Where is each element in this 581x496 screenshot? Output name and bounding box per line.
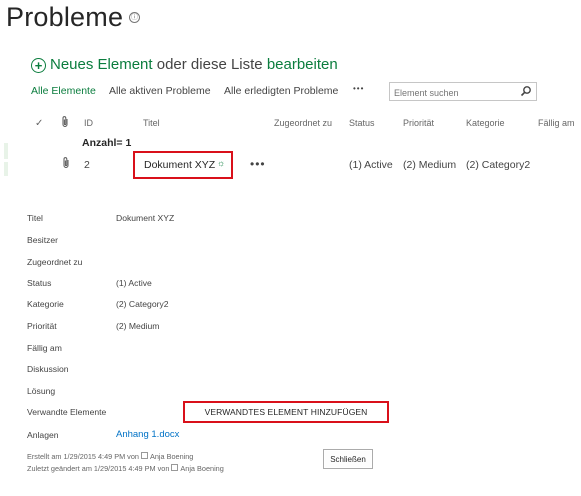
row-indicator xyxy=(4,162,8,176)
search-input[interactable] xyxy=(390,85,516,101)
new-item-line: + Neues Element oder diese Liste bearbeit… xyxy=(31,56,338,73)
row-id: 2 xyxy=(84,159,90,171)
new-item-link[interactable]: Neues Element xyxy=(50,56,153,73)
add-related-item-button[interactable]: VERWANDTES ELEMENT HINZUFÜGEN xyxy=(183,401,389,423)
field-label-category: Kategorie xyxy=(27,299,64,309)
row-status: (1) Active xyxy=(349,159,393,171)
group-header[interactable]: Anzahl= 1 xyxy=(82,137,131,149)
field-label-due-date: Fällig am xyxy=(27,343,62,353)
field-label-attachments: Anlagen xyxy=(27,430,59,440)
view-tab-active-issues[interactable]: Alle aktiven Probleme xyxy=(109,85,211,97)
presence-icon xyxy=(171,464,179,471)
column-header-status[interactable]: Status xyxy=(349,118,375,128)
search-box xyxy=(389,82,537,101)
field-label-priority: Priorität xyxy=(27,321,57,331)
new-item-middle-text: oder diese Liste xyxy=(156,56,263,73)
close-button[interactable]: Schließen xyxy=(323,449,373,469)
more-views-ellipsis[interactable]: ••• xyxy=(353,84,364,93)
select-all-checkmark-icon[interactable]: ✓ xyxy=(35,118,43,129)
field-value-category: (2) Category2 xyxy=(116,299,169,309)
field-value-priority: (2) Medium xyxy=(116,321,160,331)
field-label-resolution: Lösung xyxy=(27,386,56,396)
field-label-related-items: Verwandte Elemente xyxy=(27,407,107,417)
field-value-status: (1) Active xyxy=(116,278,152,288)
view-tab-all-items[interactable]: Alle Elemente xyxy=(31,85,96,97)
created-info: Erstellt am 1/29/2015 4:49 PM von Anja Bo… xyxy=(27,452,193,461)
item-title-link[interactable]: Dokument XYZ xyxy=(144,159,215,171)
new-item-marker-icon: ☼ xyxy=(217,158,226,168)
group-label: Anzahl xyxy=(82,137,117,149)
row-menu-ellipsis[interactable]: ••• xyxy=(250,157,266,171)
column-header-id[interactable]: ID xyxy=(84,118,93,128)
search-icon[interactable] xyxy=(520,85,532,97)
row-category: (2) Category2 xyxy=(466,159,531,171)
field-label-discussion: Diskussion xyxy=(27,364,69,374)
column-header-priority[interactable]: Priorität xyxy=(403,118,434,128)
presence-icon xyxy=(140,452,148,459)
plus-circle-icon[interactable]: + xyxy=(31,58,46,73)
created-text: Erstellt am 1/29/2015 4:49 PM von xyxy=(27,452,139,461)
created-by-link[interactable]: Anja Boening xyxy=(150,452,193,461)
page-title: Probleme xyxy=(6,2,124,32)
modified-text: Zuletzt geändert am 1/29/2015 4:49 PM vo… xyxy=(27,464,170,473)
field-label-status: Status xyxy=(27,278,52,288)
modified-info: Zuletzt geändert am 1/29/2015 4:49 PM vo… xyxy=(27,464,224,473)
field-label-owner: Besitzer xyxy=(27,235,59,245)
edit-list-link[interactable]: bearbeiten xyxy=(267,56,338,73)
group-count: = 1 xyxy=(116,137,132,149)
info-icon[interactable]: ⓘ xyxy=(129,12,140,23)
column-header-due-date[interactable]: Fällig am xyxy=(538,118,575,128)
attachment-icon xyxy=(62,116,68,127)
group-indicator xyxy=(4,143,8,159)
field-label-assigned-to: Zugeordnet zu xyxy=(27,257,83,267)
attachment-link[interactable]: Anhang 1.docx xyxy=(116,429,179,440)
row-attachment-icon xyxy=(63,157,69,168)
row-priority: (2) Medium xyxy=(403,159,457,171)
field-value-title: Dokument XYZ xyxy=(116,213,175,223)
column-header-category[interactable]: Kategorie xyxy=(466,118,505,128)
view-tab-done-issues[interactable]: Alle erledigten Probleme xyxy=(224,85,338,97)
modified-by-link[interactable]: Anja Boening xyxy=(180,464,223,473)
field-label-title: Titel xyxy=(27,213,43,223)
column-header-assigned-to[interactable]: Zugeordnet zu xyxy=(274,118,332,128)
column-header-title[interactable]: Titel xyxy=(143,118,160,128)
